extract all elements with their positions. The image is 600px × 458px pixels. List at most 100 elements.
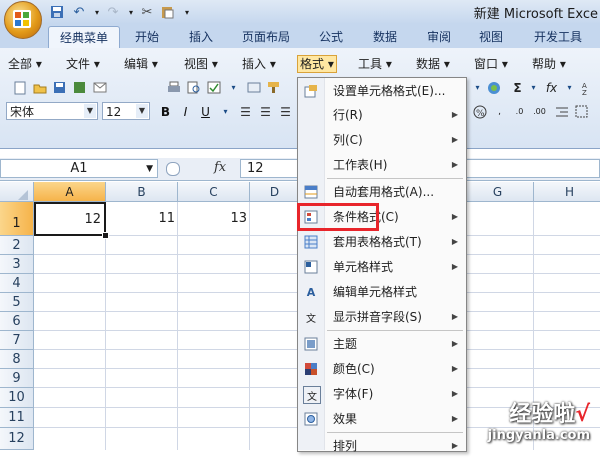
email-icon[interactable] — [90, 78, 109, 97]
menu-tools[interactable]: 工具 ▾ — [358, 56, 392, 72]
table-format-icon — [303, 234, 319, 250]
column-header-h[interactable]: H — [534, 182, 600, 202]
decrease-decimal-icon[interactable]: .00 — [530, 102, 549, 121]
row-header-6[interactable]: 6 — [0, 312, 34, 331]
undo-icon[interactable]: ↶ — [70, 3, 88, 21]
italic-icon[interactable]: I — [176, 102, 195, 121]
menu-window[interactable]: 窗口 ▾ — [474, 56, 508, 72]
menu-item-sheet[interactable]: 工作表(H) ▶ — [300, 153, 462, 177]
menu-item-format-cells[interactable]: 设置单元格格式(E)... — [300, 79, 462, 103]
sort-ascending-icon[interactable]: AZ — [578, 78, 597, 97]
menu-item-format-as-table[interactable]: 套用表格格式(T) ▶ — [300, 230, 462, 254]
menu-item-edit-cell-styles[interactable]: A 编辑单元格样式 — [300, 280, 462, 304]
percent-icon[interactable]: % — [470, 102, 489, 121]
row-header-2[interactable]: 2 — [0, 236, 34, 255]
menu-item-column[interactable]: 列(C) ▶ — [300, 128, 462, 152]
column-header-c[interactable]: C — [178, 182, 250, 202]
tab-insert[interactable]: 插入 — [178, 26, 224, 48]
spelling-icon[interactable] — [204, 78, 223, 97]
permission-icon[interactable] — [70, 78, 89, 97]
tab-home[interactable]: 开始 — [124, 26, 170, 48]
row-header-11[interactable]: 11 — [0, 408, 34, 428]
menu-file[interactable]: 文件 ▾ — [66, 56, 100, 72]
menu-item-effects[interactable]: 效果 ▶ — [300, 407, 462, 431]
watermark-url: jingyanla.com — [487, 428, 590, 443]
underline-icon[interactable]: U — [196, 102, 215, 121]
office-button[interactable] — [4, 1, 42, 39]
select-all-corner[interactable] — [0, 182, 34, 202]
bold-icon[interactable]: B — [156, 102, 175, 121]
row-header-5[interactable]: 5 — [0, 293, 34, 312]
research-icon[interactable] — [244, 78, 263, 97]
menu-item-phonetic[interactable]: 文 显示拼音字段(S) ▶ — [300, 305, 462, 329]
cell-a1[interactable]: 12 — [34, 202, 106, 236]
menu-item-colors[interactable]: 颜色(C) ▶ — [300, 357, 462, 381]
gridline — [177, 202, 178, 450]
insert-function-icon[interactable]: fx — [542, 78, 561, 97]
hyperlink-icon[interactable] — [484, 78, 503, 97]
print-preview-icon[interactable] — [184, 78, 203, 97]
menu-view[interactable]: 视图 ▾ — [184, 56, 218, 72]
open-folder-icon[interactable] — [30, 78, 49, 97]
column-header-d[interactable]: D — [250, 182, 300, 202]
row-header-8[interactable]: 8 — [0, 350, 34, 369]
paste-icon[interactable] — [158, 3, 176, 21]
redo-icon[interactable]: ↷ — [104, 3, 122, 21]
format-painter-icon[interactable] — [264, 78, 283, 97]
row-header-9[interactable]: 9 — [0, 369, 34, 388]
row-header-3[interactable]: 3 — [0, 255, 34, 274]
row-header-4[interactable]: 4 — [0, 274, 34, 293]
tab-data[interactable]: 数据 — [362, 26, 408, 48]
column-header-a[interactable]: A — [34, 182, 106, 202]
menu-edit[interactable]: 编辑 ▾ — [124, 56, 158, 72]
function-dropdown-icon[interactable]: ▾ — [560, 78, 579, 97]
row-header-1[interactable]: 1 — [0, 202, 34, 236]
align-left-icon[interactable]: ☰ — [236, 102, 255, 121]
font-size-combo[interactable]: 12 ▼ — [102, 102, 150, 120]
cell-b1[interactable]: 11 — [106, 203, 178, 235]
menu-format[interactable]: 格式 ▾ — [297, 55, 337, 73]
tab-view[interactable]: 视图 — [468, 26, 514, 48]
svg-text:%: % — [476, 109, 485, 119]
align-center-icon[interactable]: ☰ — [256, 102, 275, 121]
name-box[interactable]: A1 ▼ — [0, 159, 158, 178]
tab-review[interactable]: 审阅 — [416, 26, 462, 48]
print-dropdown-icon[interactable]: ▾ — [224, 78, 243, 97]
tab-formulas[interactable]: 公式 — [308, 26, 354, 48]
menu-insert[interactable]: 插入 ▾ — [242, 56, 276, 72]
comma-style-icon[interactable]: , — [490, 102, 509, 121]
new-file-icon[interactable] — [10, 78, 29, 97]
menu-help[interactable]: 帮助 ▾ — [532, 56, 566, 72]
menu-item-autoformat[interactable]: 自动套用格式(A)... — [300, 180, 462, 204]
column-header-b[interactable]: B — [106, 182, 178, 202]
align-right-icon[interactable]: ☰ — [276, 102, 295, 121]
menu-item-cell-styles[interactable]: 单元格样式 ▶ — [300, 255, 462, 279]
menu-item-fonts[interactable]: 文 字体(F) ▶ — [300, 382, 462, 406]
tab-classic-menu[interactable]: 经典菜单 — [48, 26, 120, 49]
border-icon[interactable] — [572, 102, 591, 121]
print-icon[interactable] — [164, 78, 183, 97]
font-name-combo[interactable]: 宋体 ▼ — [6, 102, 98, 120]
save-icon[interactable] — [48, 3, 66, 21]
row-header-12[interactable]: 12 — [0, 428, 34, 450]
save-icon[interactable] — [50, 78, 69, 97]
cell-c1[interactable]: 13 — [178, 203, 250, 235]
tab-developer[interactable]: 开发工具 — [524, 26, 592, 48]
indent-icon[interactable] — [552, 102, 571, 121]
row-header-7[interactable]: 7 — [0, 331, 34, 350]
insert-function-icon[interactable]: fx — [214, 160, 226, 175]
qat-customize-icon[interactable]: ▾ — [178, 3, 196, 21]
autosum-dropdown-icon[interactable]: ▾ — [524, 78, 543, 97]
cut-icon[interactable]: ✂ — [138, 3, 156, 21]
menu-item-arrange[interactable]: 排列 ▶ — [300, 434, 462, 458]
row-header-10[interactable]: 10 — [0, 388, 34, 408]
tab-page-layout[interactable]: 页面布局 — [232, 26, 300, 48]
menu-item-row[interactable]: 行(R) ▶ — [300, 103, 462, 127]
menu-all[interactable]: 全部 ▾ — [8, 56, 42, 72]
menu-item-theme[interactable]: 主题 ▶ — [300, 332, 462, 356]
column-header-g[interactable]: G — [462, 182, 534, 202]
increase-decimal-icon[interactable]: .0 — [510, 102, 529, 121]
underline-dropdown-icon[interactable]: ▾ — [216, 102, 235, 121]
menu-data[interactable]: 数据 ▾ — [416, 56, 450, 72]
formula-bar-splitter[interactable] — [166, 162, 180, 176]
